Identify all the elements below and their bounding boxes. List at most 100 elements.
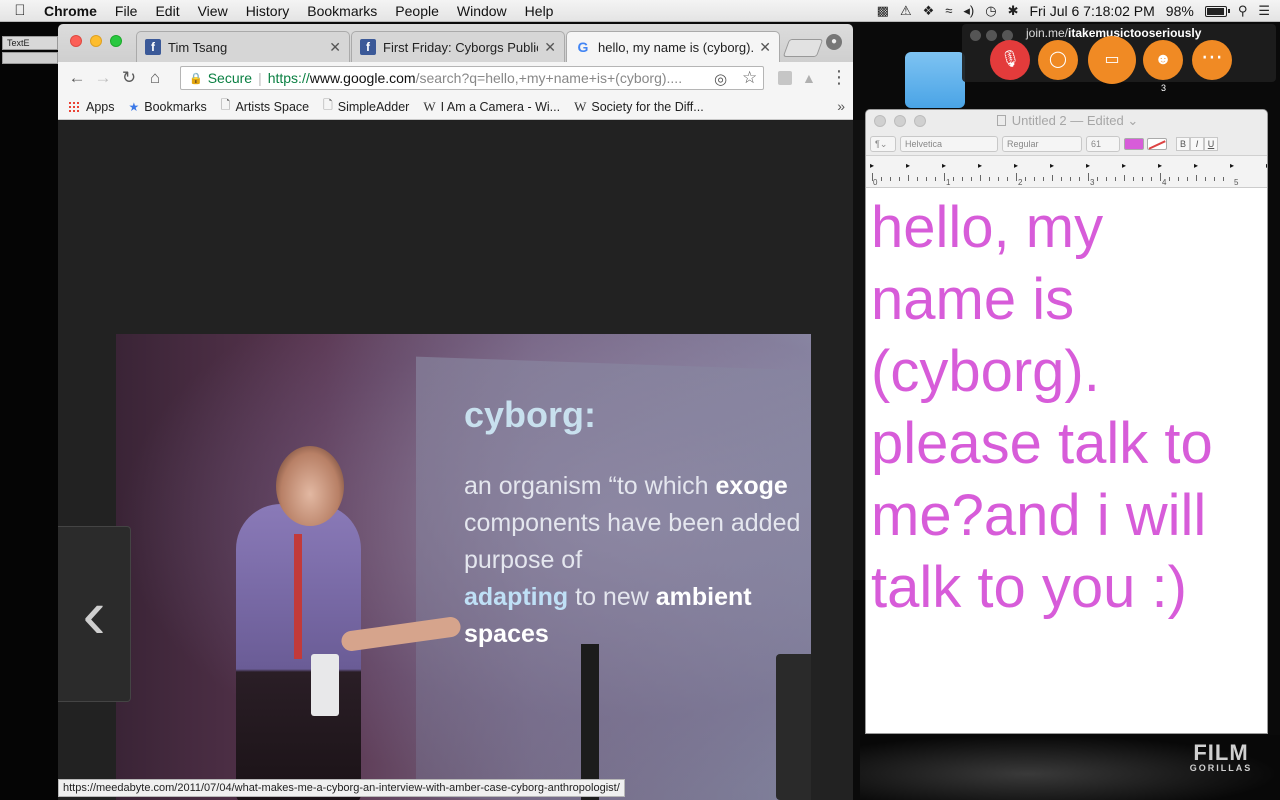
bookmark-simpleadder[interactable]: 🗋 SimpleAdder xyxy=(323,96,409,117)
menu-history[interactable]: History xyxy=(237,3,299,19)
close-tab-icon[interactable]: ✕ xyxy=(759,39,771,56)
warning-icon[interactable]: ⚠ xyxy=(900,0,912,22)
drive-extension-icon[interactable]: ▲ xyxy=(802,70,816,86)
joinme-close-button[interactable] xyxy=(970,30,981,41)
font-family-select[interactable]: Helvetica xyxy=(900,135,998,152)
ruler[interactable]: 0 1 2 3 4 5 ▸ ▸ ▸ ▸ ▸ ▸ ▸ ▸ ▸ ▸ ▸ ▸ xyxy=(866,156,1267,188)
menu-app-name[interactable]: Chrome xyxy=(40,3,106,19)
zoom-window-button[interactable] xyxy=(110,35,122,47)
search-result-image[interactable]: cyborg: an organism “to which exoge comp… xyxy=(116,334,811,800)
screen-share-button[interactable]: ▭ xyxy=(1088,36,1136,84)
bold-button[interactable]: B xyxy=(1176,136,1190,151)
text-color-swatch[interactable] xyxy=(1124,137,1144,150)
spotlight-search-icon[interactable]: ⚲ xyxy=(1238,0,1248,22)
ruler-tick xyxy=(1187,177,1188,181)
chrome-menu-icon[interactable]: ⋮ xyxy=(830,66,848,88)
menu-bookmarks[interactable]: Bookmarks xyxy=(298,3,386,19)
chat-button[interactable]: ◯ xyxy=(1038,40,1078,80)
background-color-swatch[interactable] xyxy=(1147,137,1167,150)
apple-icon[interactable]:  xyxy=(0,2,40,19)
notification-center-icon[interactable]: ☰ xyxy=(1258,0,1270,22)
menu-help[interactable]: Help xyxy=(516,3,563,19)
tab-google-search[interactable]: G hello, my name is (cyborg). p ✕ xyxy=(566,31,780,62)
tab-stop-marker[interactable]: ▸ xyxy=(942,161,946,170)
mute-microphone-button[interactable]: 🎙 xyxy=(990,40,1030,80)
tab-stop-marker[interactable]: ▸ xyxy=(1122,161,1126,170)
logo-text-film: FILM xyxy=(1193,740,1249,765)
menu-bar:  Chrome File Edit View History Bookmark… xyxy=(0,0,1280,22)
tab-stop-marker[interactable]: ▸ xyxy=(1158,161,1162,170)
forward-arrow-icon[interactable]: → xyxy=(90,68,116,88)
menu-view[interactable]: View xyxy=(189,3,237,19)
address-bar[interactable]: 🔒 Secure | https:// www.google.com /sear… xyxy=(180,66,764,90)
bookmark-bookmarks[interactable]: ★ Bookmarks xyxy=(129,100,207,114)
location-target-icon[interactable]: ◎ xyxy=(714,70,727,88)
italic-button[interactable]: I xyxy=(1190,136,1204,151)
bookmark-i-am-a-camera[interactable]: W I Am a Camera - Wi... xyxy=(423,99,560,115)
joinme-minimize-button[interactable] xyxy=(986,30,997,41)
underline-button[interactable]: U xyxy=(1204,136,1218,151)
slide-line: purpose of xyxy=(464,546,583,574)
minimize-window-button[interactable] xyxy=(90,35,102,47)
volume-icon[interactable]: ◂) xyxy=(963,0,974,22)
stage-monitor xyxy=(776,654,811,800)
dropbox-icon[interactable]: ❖ xyxy=(923,0,935,22)
bluetooth-icon[interactable]: ✱ xyxy=(1008,0,1019,22)
bookmark-artists-space[interactable]: 🗋 Artists Space xyxy=(221,96,309,117)
home-icon[interactable]: ⌂ xyxy=(142,68,168,88)
time-machine-icon[interactable]: ◷ xyxy=(985,0,996,22)
battery-icon[interactable] xyxy=(1204,5,1230,17)
paragraph-style-select[interactable]: ¶⌄ xyxy=(870,135,896,152)
clock[interactable]: Fri Jul 6 7:18:02 PM xyxy=(1030,3,1155,19)
font-size-select[interactable]: 61 xyxy=(1086,135,1120,152)
chevron-down-icon[interactable]: ⌄ xyxy=(1127,113,1138,128)
profile-icon[interactable]: ● xyxy=(826,34,842,50)
tab-first-friday[interactable]: f First Friday: Cyborgs Publica ✕ xyxy=(351,31,565,62)
textedit-minimize-button[interactable] xyxy=(894,115,906,127)
extension-icon[interactable] xyxy=(778,71,792,85)
background-textedit-window[interactable]: TextE xyxy=(2,36,58,50)
menu-file[interactable]: File xyxy=(106,3,147,19)
wikipedia-icon: W xyxy=(574,98,587,114)
bookmark-society[interactable]: W Society for the Diff... xyxy=(574,99,704,115)
previous-image-button[interactable]: ‹ xyxy=(58,526,131,702)
slide-text: cyborg: an organism “to which exoge comp… xyxy=(464,394,811,653)
menu-edit[interactable]: Edit xyxy=(146,3,188,19)
tab-stop-marker[interactable]: ▸ xyxy=(1086,161,1090,170)
close-tab-icon[interactable]: ✕ xyxy=(329,39,341,56)
textedit-close-button[interactable] xyxy=(874,115,886,127)
speaker-head xyxy=(276,446,344,526)
slide-text-fragment: exoge xyxy=(715,472,788,500)
document-text[interactable]: hello, my name is (cyborg). please talk … xyxy=(871,192,1264,624)
close-tab-icon[interactable]: ✕ xyxy=(544,39,556,56)
screen-share-icon[interactable]: ▩ xyxy=(877,0,889,22)
tab-stop-marker[interactable]: ▸ xyxy=(978,161,982,170)
wifi-icon[interactable]: ≈ xyxy=(945,0,952,22)
tab-stop-marker[interactable]: ▸ xyxy=(1230,161,1234,170)
bookmark-star-icon[interactable]: ☆ xyxy=(742,68,757,88)
battery-percent[interactable]: 98% xyxy=(1166,3,1194,19)
font-style-select[interactable]: Regular xyxy=(1002,135,1082,152)
back-arrow-icon[interactable]: ← xyxy=(64,68,90,88)
more-bookmarks-chevron-icon[interactable]: » xyxy=(837,98,845,114)
bookmark-apps[interactable]: Apps xyxy=(68,100,115,114)
new-tab-button[interactable] xyxy=(782,39,824,57)
close-window-button[interactable] xyxy=(70,35,82,47)
menu-window[interactable]: Window xyxy=(448,3,516,19)
desktop-folder-icon[interactable] xyxy=(905,52,965,108)
tab-stop-marker[interactable]: ▸ xyxy=(1014,161,1018,170)
tab-stop-marker[interactable]: ▸ xyxy=(906,161,910,170)
ruler-number: 1 xyxy=(946,178,951,187)
tab-tim-tsang[interactable]: f Tim Tsang ✕ xyxy=(136,31,350,62)
tab-stop-marker[interactable]: ▸ xyxy=(1050,161,1054,170)
tab-stop-marker[interactable]: ▸ xyxy=(870,161,874,170)
more-options-button[interactable]: ⋯ xyxy=(1192,40,1232,80)
tab-stop-marker[interactable]: ▸ xyxy=(1194,161,1198,170)
reload-icon[interactable]: ↻ xyxy=(116,68,142,88)
textedit-zoom-button[interactable] xyxy=(914,115,926,127)
participants-button[interactable]: ☻ xyxy=(1143,40,1183,80)
document-title[interactable]: Untitled 2 xyxy=(1012,113,1067,128)
joinme-url-prefix: join.me/ xyxy=(1026,26,1069,40)
tab-stop-marker[interactable]: ▸ xyxy=(1266,161,1267,170)
menu-people[interactable]: People xyxy=(386,3,448,19)
